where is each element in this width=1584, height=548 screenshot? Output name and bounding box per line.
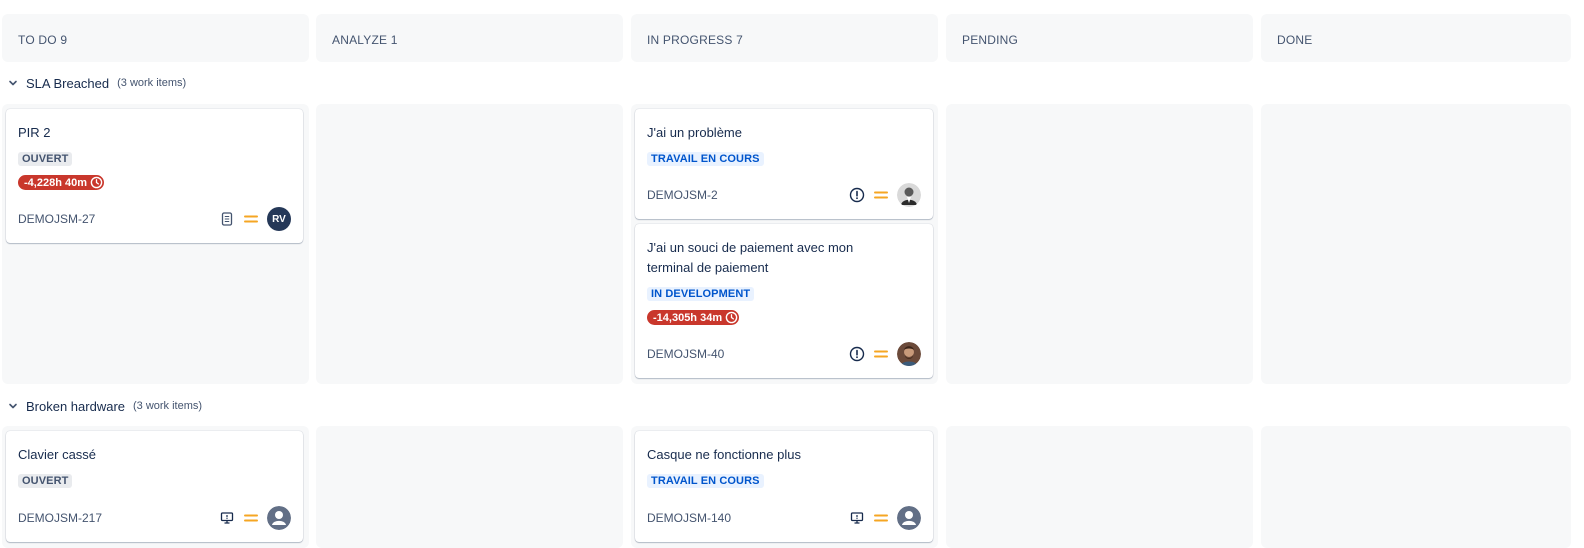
work-item-card[interactable]: PIR 2 OUVERT -4,228h 40m DEMOJSM-27 RV	[6, 109, 303, 243]
lane-column-done	[1261, 104, 1571, 384]
card-title: J'ai un souci de paiement avec mon termi…	[647, 240, 854, 275]
work-item-card[interactable]: J'ai un problème TRAVAIL EN COURS DEMOJS…	[635, 109, 933, 219]
lane-column-done	[1261, 426, 1571, 548]
medium-priority-icon	[873, 187, 889, 203]
lane-column-pending	[946, 426, 1253, 548]
work-item-card[interactable]: Clavier cassé OUVERT DEMOJSM-217	[6, 431, 303, 542]
swimlane-count: (3 work items)	[117, 77, 187, 89]
column-header-pending[interactable]: PENDING	[946, 14, 1253, 62]
status-lozenge: OUVERT	[18, 152, 73, 166]
card-title: Casque ne fonctionne plus	[647, 447, 801, 462]
medium-priority-icon	[873, 510, 889, 526]
column-header-todo[interactable]: TO DO 9	[2, 14, 309, 62]
work-item-card[interactable]: J'ai un souci de paiement avec mon termi…	[635, 224, 933, 378]
medium-priority-icon	[243, 510, 259, 526]
swimlane-title: SLA Breached	[26, 75, 110, 91]
issue-key[interactable]: DEMOJSM-40	[647, 347, 849, 361]
alert-icon	[849, 346, 865, 362]
sla-time: -4,228h 40m	[24, 176, 87, 189]
lane-column-pending	[946, 104, 1253, 384]
lane-column-analyze	[316, 426, 623, 548]
swimlane-header-sla-breached[interactable]: SLA Breached (3 work items)	[6, 73, 186, 93]
medium-priority-icon	[243, 211, 259, 227]
chevron-down-icon[interactable]	[6, 76, 20, 90]
clock-icon	[89, 175, 104, 190]
column-header-done[interactable]: DONE	[1261, 14, 1571, 62]
clock-icon	[724, 310, 739, 325]
assignee-avatar[interactable]: RV	[267, 207, 291, 231]
status-lozenge: IN DEVELOPMENT	[647, 287, 755, 301]
column-header-analyze[interactable]: ANALYZE 1	[316, 14, 623, 62]
status-lozenge: TRAVAIL EN COURS	[647, 152, 764, 166]
card-title: J'ai un problème	[647, 125, 742, 140]
status-lozenge: OUVERT	[18, 474, 73, 488]
alert-icon	[849, 187, 865, 203]
card-title: PIR 2	[18, 125, 51, 140]
assignee-avatar[interactable]	[267, 506, 291, 530]
document-icon	[219, 211, 235, 227]
status-lozenge: TRAVAIL EN COURS	[647, 474, 764, 488]
issue-key[interactable]: DEMOJSM-140	[647, 511, 849, 525]
monitor-icon	[219, 510, 235, 526]
sla-badge: -14,305h 34m	[647, 310, 740, 325]
assignee-avatar[interactable]	[897, 506, 921, 530]
chevron-down-icon[interactable]	[6, 399, 20, 413]
medium-priority-icon	[873, 346, 889, 362]
assignee-avatar[interactable]	[897, 183, 921, 207]
card-title: Clavier cassé	[18, 447, 97, 462]
swimlane-header-broken-hardware[interactable]: Broken hardware (3 work items)	[6, 396, 202, 416]
column-header-in-progress[interactable]: IN PROGRESS 7	[631, 14, 938, 62]
issue-key[interactable]: DEMOJSM-217	[18, 511, 219, 525]
swimlane-count: (3 work items)	[133, 400, 203, 412]
lane-column-analyze	[316, 104, 623, 384]
swimlane-title: Broken hardware	[26, 398, 125, 414]
issue-key[interactable]: DEMOJSM-2	[647, 188, 849, 202]
monitor-icon	[849, 510, 865, 526]
sla-time: -14,305h 34m	[653, 311, 723, 324]
sla-badge: -4,228h 40m	[18, 175, 104, 190]
work-item-card[interactable]: Casque ne fonctionne plus TRAVAIL EN COU…	[635, 431, 933, 542]
assignee-avatar[interactable]	[897, 342, 921, 366]
issue-key[interactable]: DEMOJSM-27	[18, 212, 219, 226]
